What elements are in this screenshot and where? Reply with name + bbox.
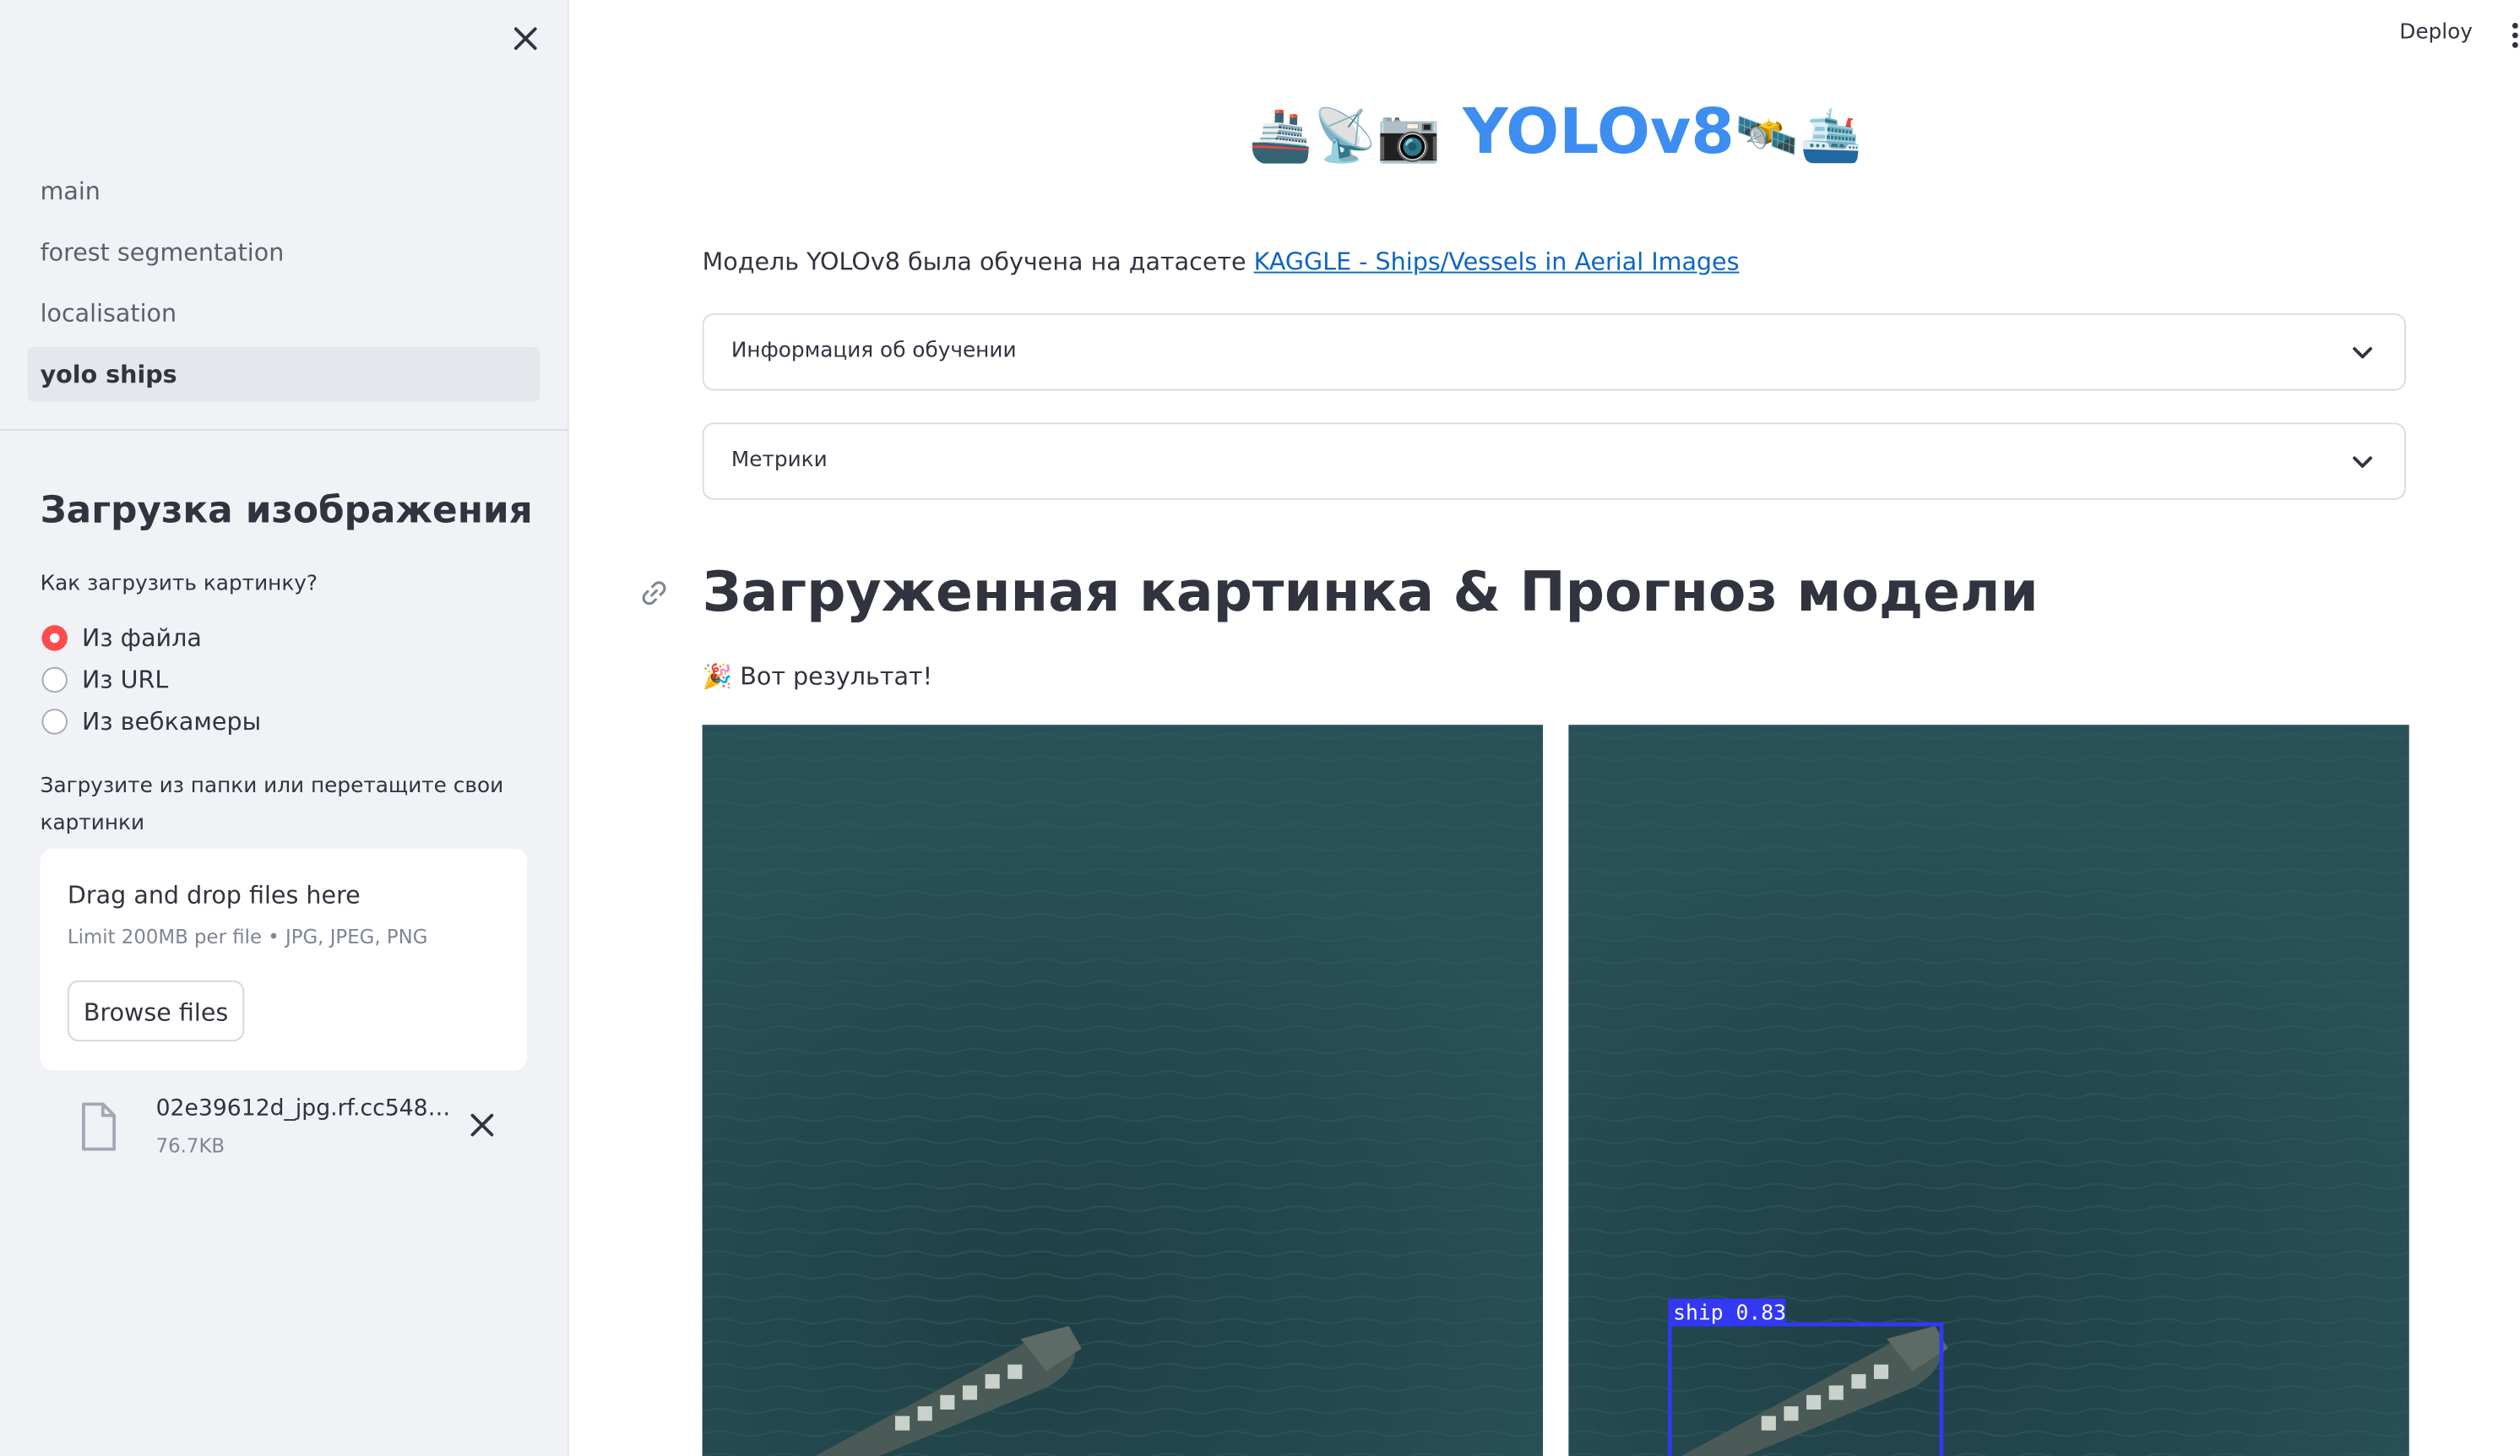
detection-label: ship 0.83 [1673, 1300, 1786, 1324]
model-intro: Модель YOLOv8 была обучена на датасете K… [703, 247, 1740, 276]
remove-file-icon[interactable] [468, 1111, 497, 1139]
sidebar: main forest segmentation localisation yo… [0, 0, 569, 1456]
app-window: main forest segmentation localisation yo… [0, 0, 2520, 1456]
expander-metrics-label: Метрики [730, 448, 828, 473]
file-dropzone[interactable]: Drag and drop files here Limit 200MB per… [40, 848, 528, 1071]
upload-section-title: Загрузка изображения [40, 490, 533, 532]
dataset-link[interactable]: KAGGLE - Ships/Vessels in Aerial Images [1254, 247, 1740, 276]
uploaded-file-item: 02e39612d_jpg.rf.cc5483... 76.7KB [41, 1096, 528, 1167]
radio-label-webcam: Из вебкамеры [82, 707, 262, 736]
page-title: 🚢📡📷 YOLOv8🛰️🛳️ [703, 93, 2409, 175]
uploader-label: Загрузите из папки или перетащите свои к… [40, 774, 504, 836]
radio-unselected-icon[interactable] [41, 709, 68, 735]
page-navigation: main forest segmentation localisation yo… [27, 164, 540, 408]
expander-metrics[interactable]: Метрики [702, 422, 2406, 500]
nav-item-yolo-ships[interactable]: yolo ships [27, 347, 540, 402]
radio-label-file: Из файла [82, 623, 202, 653]
party-popper-icon: 🎉 [702, 662, 733, 692]
radio-label-url: Из URL [82, 665, 169, 695]
uploaded-file-name: 02e39612d_jpg.rf.cc5483... [155, 1095, 462, 1122]
title-emoji-right: 🛰️🛳️ [1734, 104, 1863, 166]
result-message: 🎉 Вот результат! [703, 655, 932, 697]
radio-option-url[interactable]: Из URL [41, 659, 261, 700]
close-sidebar-icon[interactable] [508, 21, 543, 57]
link-icon[interactable] [638, 577, 671, 609]
radio-option-file[interactable]: Из файла [41, 617, 261, 659]
sidebar-divider [0, 429, 568, 432]
prediction-image: ship 0.83 [1568, 725, 2409, 1456]
uploaded-image [702, 725, 1543, 1456]
dropzone-title: Drag and drop files here [67, 880, 361, 910]
chevron-down-icon [2353, 347, 2372, 359]
main-menu-icon[interactable] [2507, 21, 2520, 50]
intro-text: Модель YOLOv8 была обучена на датасете [702, 247, 1254, 277]
nav-item-main[interactable]: main [27, 164, 540, 219]
expander-training-label: Информация об обучении [730, 339, 1017, 364]
radio-unselected-icon[interactable] [41, 666, 68, 693]
title-emoji-left: 🚢📡📷 [1248, 104, 1442, 166]
nav-item-forest-segmentation[interactable]: forest segmentation [27, 225, 540, 280]
source-question-label: Как загрузить картинку? [40, 572, 318, 597]
chevron-down-icon [2353, 456, 2372, 468]
results-heading: Загруженная картинка & Прогноз модели [702, 561, 2039, 626]
browse-files-button[interactable]: Browse files [67, 980, 245, 1042]
file-icon [82, 1102, 117, 1151]
expander-training-info[interactable]: Информация об обучении [702, 313, 2406, 391]
result-text: Вот результат! [740, 662, 933, 692]
radio-selected-icon[interactable] [41, 625, 68, 651]
deploy-button[interactable]: Deploy [2399, 21, 2473, 46]
nav-item-localisation[interactable]: localisation [27, 286, 540, 341]
dropzone-limit-text: Limit 200MB per file • JPG, JPEG, PNG [67, 926, 428, 948]
source-radio-group: Из файла Из URL Из вебкамеры [41, 617, 261, 742]
radio-option-webcam[interactable]: Из вебкамеры [41, 701, 261, 742]
uploaded-file-size: 76.7KB [155, 1134, 225, 1158]
title-text: YOLOv8 [1462, 96, 1735, 169]
